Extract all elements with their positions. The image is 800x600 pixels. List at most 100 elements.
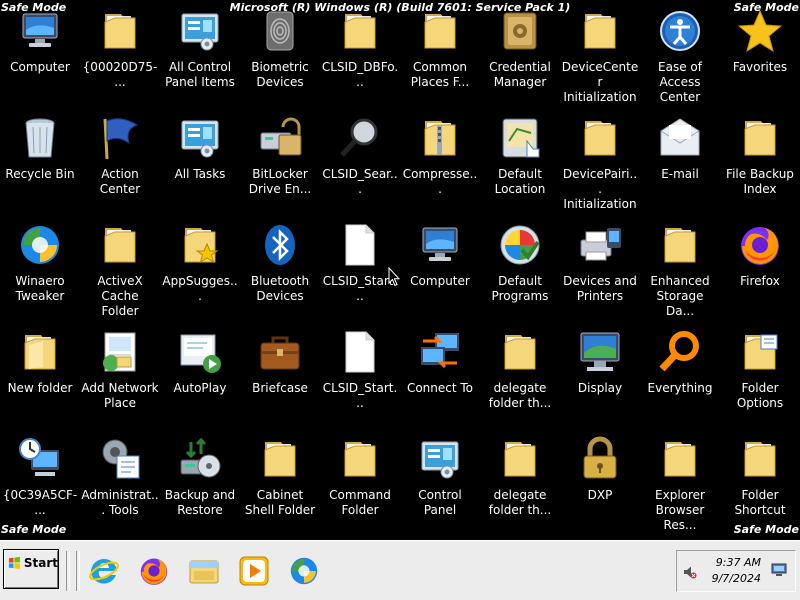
desktop-icon[interactable]: delegate folder th... (480, 325, 560, 432)
folder-icon (256, 434, 304, 484)
start-button[interactable]: Start (3, 549, 59, 589)
desktop-icon-label: Favorites (732, 60, 788, 74)
desktop-icon[interactable]: Enhanced Storage Da... (640, 218, 720, 325)
desktop-icon[interactable]: Control Panel (400, 432, 480, 539)
desktop-icon[interactable]: Default Location (480, 111, 560, 218)
desktop-icon[interactable]: All Control Panel Items (160, 4, 240, 111)
location-icon (496, 113, 544, 163)
desktop-icon[interactable]: Default Programs (480, 218, 560, 325)
magnifier-icon (336, 113, 384, 163)
desktop-icon[interactable]: Computer (400, 218, 480, 325)
desktop-icon[interactable]: Briefcase (240, 325, 320, 432)
desktop-icon-label: Computer (410, 274, 470, 288)
safe-mode-label-bottom-right: Safe Mode (733, 523, 799, 536)
desktop-icon[interactable]: Credential Manager (480, 4, 560, 111)
desktop-icon[interactable]: BitLocker Drive En... (240, 111, 320, 218)
folder-icon (736, 434, 784, 484)
desktop-icon[interactable]: New folder (0, 325, 80, 432)
desktop[interactable]: Safe Mode Microsoft (R) Windows (R) (Bui… (0, 0, 800, 540)
desktop-icon-label: All Control Panel Items (165, 60, 235, 89)
file-explorer-icon[interactable] (186, 553, 222, 589)
winaero-icon (16, 220, 64, 270)
desktop-icon[interactable]: CLSID_Sear... (320, 111, 400, 218)
clock-computer-icon (16, 434, 64, 484)
firefox-icon[interactable] (136, 553, 172, 589)
desktop-icon[interactable]: CLSID_DBFo... (320, 4, 400, 111)
desktop-icon[interactable]: {00020D75-... (80, 4, 160, 111)
folder-icon (576, 113, 624, 163)
volume-muted-icon[interactable] (683, 565, 697, 579)
star-icon (736, 6, 784, 56)
desktop-icon[interactable]: Devices and Printers (560, 218, 640, 325)
desktop-icon-label: Biometric Devices (251, 60, 309, 89)
desktop-icon-label: New folder (7, 381, 73, 395)
flag-icon (96, 113, 144, 163)
desktop-icon-label: Folder Options (736, 381, 784, 410)
start-button-label: Start (23, 556, 58, 570)
clock-date[interactable]: 9/7/2024 (712, 572, 761, 585)
desktop-icon[interactable]: Bluetooth Devices (240, 218, 320, 325)
desktop-icon[interactable]: Winaero Tweaker (0, 218, 80, 325)
desktop-icon[interactable]: Computer (0, 4, 80, 111)
clock-time[interactable]: 9:37 AM (716, 556, 761, 569)
desktop-icon-label: All Tasks (174, 167, 226, 181)
desktop-icon-label: Computer (10, 60, 70, 74)
folder-icon (576, 6, 624, 56)
desktop-icon[interactable]: Connect To (400, 325, 480, 432)
desktop-icon[interactable]: Biometric Devices (240, 4, 320, 111)
desktop-icon-label: AppSugges... (162, 274, 238, 303)
desktop-icon[interactable]: DevicePairi... Initialization (560, 111, 640, 218)
desktop-icon-label: Explorer Browser Res... (655, 488, 705, 532)
desktop-icon-label: ActiveX Cache Folder (97, 274, 143, 318)
desktop-icon-label: Add Network Place (81, 381, 159, 410)
everything-icon (656, 327, 704, 377)
desktop-icon[interactable]: Explorer Browser Res... (640, 432, 720, 539)
desktop-icon[interactable]: File Backup Index (720, 111, 800, 218)
folder-icon (336, 434, 384, 484)
desktop-icon[interactable]: Firefox (720, 218, 800, 325)
desktop-icon-label: Backup and Restore (164, 488, 236, 517)
desktop-icon[interactable]: AutoPlay (160, 325, 240, 432)
folder-star-icon (176, 220, 224, 270)
desktop-icon[interactable]: DeviceCenter Initialization (560, 4, 640, 111)
desktop-icon[interactable]: E-mail (640, 111, 720, 218)
desktop-icon-label: Credential Manager (489, 60, 551, 89)
taskbar: Start 9:37 AM 9/7/2024 (0, 540, 800, 600)
desktop-icon[interactable]: Cabinet Shell Folder (240, 432, 320, 539)
desktop-icon-label: Default Location (494, 167, 546, 196)
desktop-icon[interactable]: Administrat... Tools (80, 432, 160, 539)
media-player-icon[interactable] (236, 553, 272, 589)
desktop-icon-label: CLSID_DBFo... (321, 60, 399, 89)
internet-explorer-icon[interactable] (86, 553, 122, 589)
desktop-icon[interactable]: Command Folder (320, 432, 400, 539)
folder-icon (96, 6, 144, 56)
desktop-icon[interactable]: Ease of Access Center (640, 4, 720, 111)
network-icon[interactable] (771, 563, 787, 577)
connect-to-icon (416, 327, 464, 377)
desktop-icon[interactable]: delegate folder th... (480, 432, 560, 539)
desktop-icon-label: DeviceCenter Initialization (561, 60, 639, 104)
control-panel-icon (176, 6, 224, 56)
desktop-icon[interactable]: Action Center (80, 111, 160, 218)
desktop-icon[interactable]: Everything (640, 325, 720, 432)
folder-icon (656, 434, 704, 484)
desktop-icon[interactable]: All Tasks (160, 111, 240, 218)
desktop-icon[interactable]: Backup and Restore (160, 432, 240, 539)
desktop-icon-label: Display (577, 381, 623, 395)
desktop-icon[interactable]: Favorites (720, 4, 800, 111)
desktop-icon[interactable]: Common Places F... (400, 4, 480, 111)
autoplay-icon (176, 327, 224, 377)
desktop-icon[interactable]: Compresse... (400, 111, 480, 218)
desktop-icon[interactable]: DXP (560, 432, 640, 539)
zip-folder-icon (416, 113, 464, 163)
desktop-icon[interactable]: Folder Options (720, 325, 800, 432)
desktop-icon[interactable]: CLSID_Start... (320, 325, 400, 432)
desktop-icon[interactable]: AppSugges... (160, 218, 240, 325)
desktop-icon[interactable]: Add Network Place (80, 325, 160, 432)
winaero-icon[interactable] (286, 553, 322, 589)
desktop-icon[interactable]: Display (560, 325, 640, 432)
desktop-icon[interactable]: Recycle Bin (0, 111, 80, 218)
desktop-icon-label: Control Panel (418, 488, 462, 517)
folder-open-icon (16, 327, 64, 377)
desktop-icon[interactable]: ActiveX Cache Folder (80, 218, 160, 325)
